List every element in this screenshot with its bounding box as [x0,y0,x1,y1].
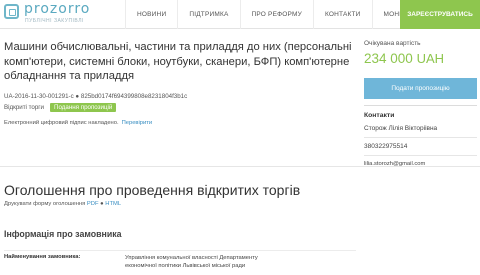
expected-value-label: Очікувана вартість [364,40,421,47]
signature-row: Електронний цифровий підпис накладено. Пе… [4,120,356,126]
expected-currency: UAH [416,51,445,66]
expected-amount: 234 000 [364,51,413,66]
submit-offer-button[interactable]: Подати пропозицію [364,78,477,99]
verify-signature-link[interactable]: Перевірити [122,120,153,126]
status-row: Відкриті торги Подання пропозицій [4,102,356,112]
print-row: Друкувати форму оголошення PDF ● HTML [4,201,121,207]
customer-divider [4,250,356,251]
procedure-type: Відкриті торги [4,103,45,111]
contact-name: Сторож Лілія Вікторіівна [364,125,438,132]
nav-item-about-reform[interactable]: ПРО РЕФОРМУ [239,0,313,29]
nav-item-contacts[interactable]: КОНТАКТИ [312,0,372,29]
customer-name-label: Найменування замовника: [4,254,81,260]
tender-title: Машини обчислювальні, частини та приладд… [4,41,352,82]
signature-text: Електронний цифровий підпис накладено. [4,119,119,126]
sidebar: Очікувана вартість 234 000 UAH Подати пр… [364,40,477,172]
contact-email[interactable]: lilia.storozh@gmail.com [364,155,477,172]
tender-id: UA-2016-11-30-001291-c ● 825bd0174f69439… [4,92,188,100]
status-badge: Подання пропозицій [50,102,117,112]
contact-phone: 380322975514 [364,137,477,155]
print-text: Друкувати форму оголошення [4,201,86,207]
prozorro-logo[interactable]: prozorro ПУБЛІЧНІ ЗАКУПІВЛІ [4,1,114,27]
customer-info-title: Інформація про замовника [4,229,122,239]
nav-item-support[interactable]: ПІДТРИМКА [177,0,239,29]
customer-name-value: Управління комунальної власності Департа… [125,255,258,269]
contacts-title: Контакти [364,112,395,119]
logo-name: prozorro [24,1,91,17]
print-html-link[interactable]: HTML [105,201,121,207]
top-header: prozorro ПУБЛІЧНІ ЗАКУПІВЛІ НОВИНИ ПІДТР… [0,0,480,29]
main-nav: НОВИНИ ПІДТРИМКА ПРО РЕФОРМУ КОНТАКТИ МО… [125,0,439,29]
contacts-block: Контакти Сторож Лілія Вікторіівна 380322… [364,105,477,172]
print-pdf-link[interactable]: PDF [87,201,99,207]
expected-value: 234 000 UAH [364,51,477,66]
logo-subtitle: ПУБЛІЧНІ ЗАКУПІВЛІ [25,18,84,24]
announcement-title: Оголошення про проведення відкритих торг… [4,182,301,198]
tender-summary: Машини обчислювальні, частини та приладд… [4,40,356,126]
register-button[interactable]: ЗАРЕЄСТРУВАТИСЬ [400,0,480,29]
nav-item-news[interactable]: НОВИНИ [125,0,177,29]
bullet-separator: ● [100,201,104,207]
section-divider [0,166,480,167]
prozorro-logo-icon [4,4,19,19]
